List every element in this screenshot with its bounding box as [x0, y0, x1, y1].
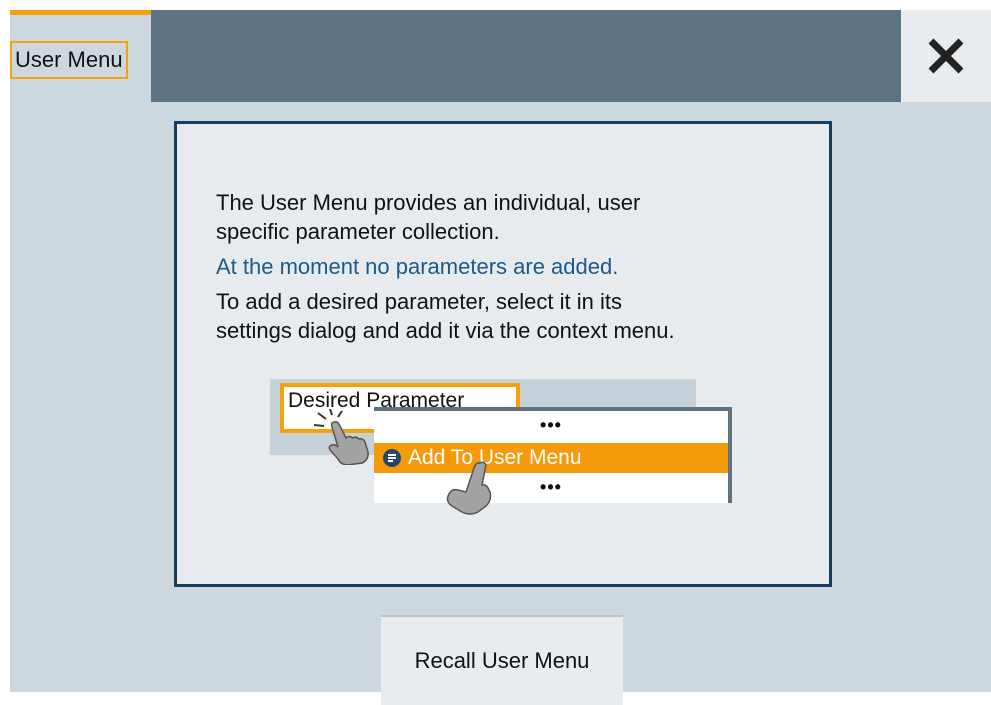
add-to-user-menu-item: Add To User Menu	[374, 443, 728, 473]
info-panel: The User Menu provides an individual, us…	[174, 121, 832, 587]
tab-user-menu[interactable]: User Menu	[10, 10, 151, 102]
no-parameters-notice: At the moment no parameters are added.	[216, 254, 619, 279]
close-button[interactable]	[901, 10, 991, 102]
add-to-menu-icon	[383, 449, 401, 467]
menu-dots-top: •••	[540, 415, 562, 435]
context-menu: ••• Add To User Menu •••	[374, 407, 732, 503]
tap-hand-icon-menu	[446, 461, 492, 515]
context-menu-illustration: Desired Parameter ••• Add To User Menu •…	[270, 379, 732, 515]
info-text-line-4: settings dialog and add it via the conte…	[216, 318, 675, 343]
title-bar	[151, 10, 901, 102]
tab-user-menu-label: User Menu	[10, 41, 128, 79]
info-text-line-3: To add a desired parameter, select it in…	[216, 289, 622, 314]
info-text-line-1: The User Menu provides an individual, us…	[216, 190, 641, 215]
close-icon	[928, 38, 964, 74]
tap-hand-icon	[314, 409, 369, 465]
info-text-line-2: specific parameter collection.	[216, 219, 500, 244]
user-menu-window: User Menu The User Menu provides an indi…	[10, 10, 991, 705]
menu-dots-bottom: •••	[540, 477, 562, 497]
